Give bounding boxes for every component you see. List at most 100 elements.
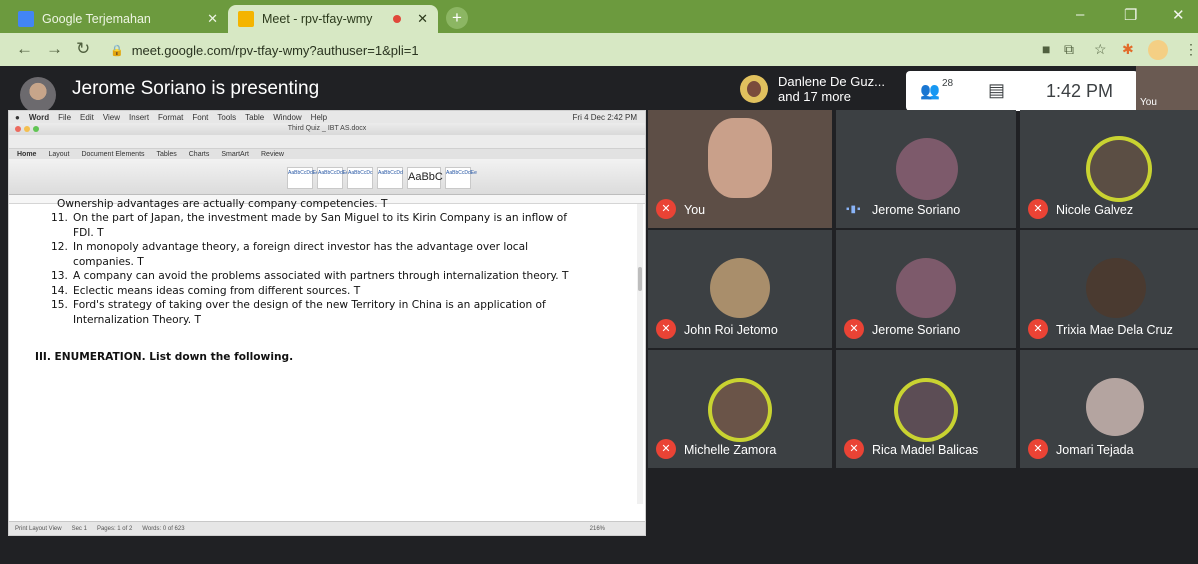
section-label: Sec 1 [71,525,87,532]
ribbon-tab: Layout [48,150,70,158]
close-icon[interactable]: ✕ [417,11,428,27]
participant-name: Jerome Soriano [872,323,961,337]
style-gallery: AaBbCcDdEe AaBbCcDdEe AaBbCcDc AaBbCcDd … [287,167,477,189]
menu-item: Format [158,112,184,122]
presenter-avatar [20,77,56,113]
avatar [1090,140,1148,198]
menu-item: Font [192,112,209,122]
close-icon[interactable]: ✕ [207,11,218,27]
self-view-tile[interactable]: You [1136,66,1198,112]
mac-clock: Fri 4 Dec 2:42 PM [572,112,637,122]
participant-tile[interactable]: ✕ Rica Madel Balicas [836,350,1016,468]
participant-name: Michelle Zamora [684,443,777,457]
participant-name: You [684,203,706,217]
close-window-button[interactable]: ✕ [1172,6,1185,24]
style-sample: AaBbCcDdEe [287,167,319,189]
meeting-time: 1:42 PM [1046,81,1114,101]
forward-arrow-icon[interactable]: → [46,39,63,59]
item-text: In monopoly advantage theory, a foreign … [73,241,529,268]
style-sample: AaBbCcDdEe [445,167,477,189]
participant-name: Nicole Galvez [1056,203,1134,217]
extension-puzzle-icon[interactable]: ✱ [1122,41,1134,58]
joiner-name: Danlene De Guz... [778,74,885,89]
participant-tile[interactable]: ✕ Jomari Tejada [1020,350,1198,468]
participant-tile[interactable]: ✕ Jerome Soriano [836,230,1016,348]
back-arrow-icon[interactable]: ← [16,39,33,59]
participant-name: Jomari Tejada [1056,443,1134,457]
style-sample: AaBbC [407,167,443,189]
participant-name: John Roi Jetomo [684,323,778,337]
ribbon-tab: Review [261,150,284,158]
avatar [898,382,954,438]
window-controls-icon [15,126,39,132]
reload-icon[interactable]: ↻ [76,39,90,59]
section-heading: III. ENUMERATION. List down the followin… [35,351,294,363]
participant-tile[interactable]: ✕ Nicole Galvez [1020,110,1198,228]
new-tab-button[interactable]: + [446,7,468,29]
participant-name: Jerome Soriano [872,203,961,217]
profile-avatar[interactable] [1148,40,1168,60]
zoom-label: 216% [589,525,605,532]
joiner-more: and 17 more [778,89,851,104]
question-list: 11. On the part of Japan, the investment … [51,211,571,327]
minimize-button[interactable]: – [1076,6,1084,23]
mic-off-icon: ✕ [844,319,864,339]
ribbon-tab: Tables [156,150,177,158]
joined-notification[interactable]: Danlene De Guz... and 17 more [740,70,900,108]
participant-tile[interactable]: ✕ You [648,110,832,228]
word-toolbar [9,135,645,149]
menu-item: Insert [129,112,150,122]
list-item: 11. On the part of Japan, the investment … [51,211,571,240]
restore-button[interactable]: ❐ [1124,6,1137,24]
translate-icon[interactable]: ⧉ [1064,41,1074,58]
style-sample: AaBbCcDc [347,167,373,189]
browser-menu-icon[interactable]: ⋮ [1184,41,1198,58]
ribbon-tab: Charts [188,150,210,158]
participant-tile[interactable]: ✕ John Roi Jetomo [648,230,832,348]
tab-title: Meet - rpv-tfay-wmy [262,12,373,26]
avatar [896,258,956,318]
people-icon[interactable]: 👥 [920,81,940,101]
chat-icon[interactable]: ▤ [988,80,1005,101]
scroll-thumb[interactable] [638,267,642,291]
participant-tile[interactable]: ✕ Trixia Mae Dela Cruz [1020,230,1198,348]
item-text: Eclectic means ideas coming from differe… [73,284,361,297]
browser-tab-bar: Google Terjemahan ✕ Meet - rpv-tfay-wmy … [0,0,1198,33]
video-feed [708,118,772,198]
words-label: Words: 0 of 623 [142,525,185,532]
ribbon-tab: Document Elements [81,150,145,158]
url-text: meet.google.com/rpv-tfay-wmy?authuser=1&… [131,42,419,58]
mac-menu-bar: ● Word File Edit View Insert Format Font… [9,111,645,123]
camera-icon[interactable]: ■ [1042,41,1050,57]
pages-label: Pages: 1 of 2 [96,525,133,532]
word-status-bar: Print Layout View Sec 1 Pages: 1 of 2 Wo… [9,521,645,535]
lock-icon: 🔒 [110,44,124,57]
speaking-indicator-icon: ▪▮▪ [846,204,862,215]
meet-info-bar: 👥 28 ▤ 1:42 PM [906,71,1138,111]
style-sample: AaBbCcDd [377,167,403,189]
item-text: Ford's strategy of taking over the desig… [73,299,546,326]
ribbon-tabs: Home Layout Document Elements Tables Cha… [9,149,645,159]
participant-tile[interactable]: ✕ Michelle Zamora [648,350,832,468]
avatar [896,138,958,200]
document-title: Third Quiz _ IBT AS.docx [287,125,367,132]
menu-item: View [102,112,121,122]
url-field[interactable]: 🔒 meet.google.com/rpv-tfay-wmy?authuser=… [110,38,1120,62]
tab-google-translate[interactable]: Google Terjemahan ✕ [8,5,228,33]
mic-off-icon: ✕ [1028,439,1048,459]
recording-dot-icon [393,15,402,23]
menu-item: Table [245,112,265,122]
mic-off-icon: ✕ [656,199,676,219]
vertical-scrollbar[interactable] [637,204,643,504]
participant-tile[interactable]: ▪▮▪ Jerome Soriano [836,110,1016,228]
presentation-screen[interactable]: ● Word File Edit View Insert Format Font… [8,110,646,536]
presenting-banner: Jerome Soriano is presenting [72,78,320,99]
participant-name: Trixia Mae Dela Cruz [1056,323,1173,337]
tab-meet[interactable]: Meet - rpv-tfay-wmy ✕ [228,5,438,33]
item-number: 13. [51,270,68,282]
tab-title: Google Terjemahan [42,12,151,26]
avatar [1086,378,1144,436]
bookmark-star-icon[interactable]: ☆ [1094,41,1107,58]
menu-item: Help [310,112,328,122]
menu-item: Word [28,112,50,122]
